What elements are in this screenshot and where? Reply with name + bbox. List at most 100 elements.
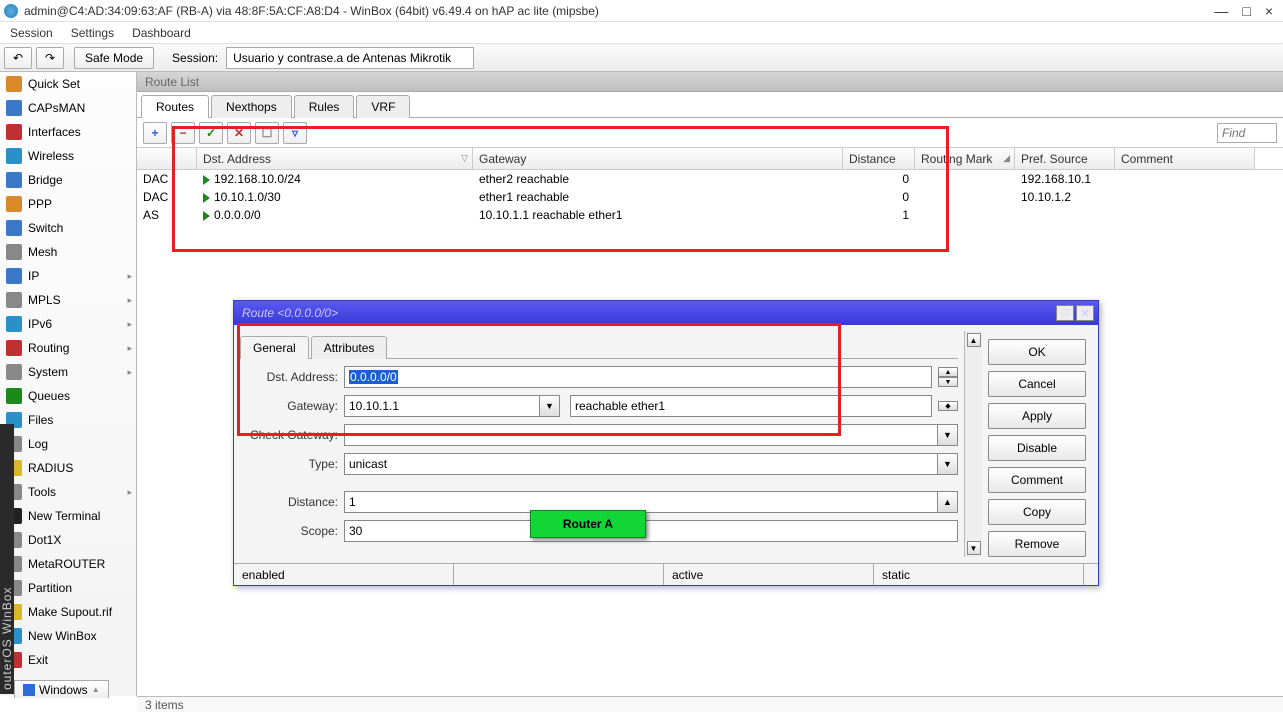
menu-session[interactable]: Session: [10, 26, 53, 40]
scroll-down-icon[interactable]: ▼: [967, 541, 981, 555]
sidebar-item-ipv6[interactable]: IPv6▸: [0, 312, 136, 336]
sidebar-item-files[interactable]: Files: [0, 408, 136, 432]
apply-button[interactable]: Apply: [988, 403, 1086, 429]
session-field[interactable]: Usuario y contrase.a de Antenas Mikrotik: [226, 47, 474, 69]
cancel-button[interactable]: Cancel: [988, 371, 1086, 397]
check-gateway-label: Check Gateway:: [240, 428, 344, 442]
dialog-status-cell: static: [874, 564, 1084, 585]
spinner-up-icon[interactable]: ▲: [938, 367, 958, 377]
sidebar-item-partition[interactable]: Partition: [0, 576, 136, 600]
gateway-input[interactable]: 10.10.1.1: [344, 395, 540, 417]
sidebar-icon: [6, 76, 22, 92]
window-close-button[interactable]: ×: [1265, 3, 1273, 19]
type-input[interactable]: unicast: [344, 453, 938, 475]
sidebar-item-label: Switch: [28, 221, 63, 235]
column-header[interactable]: Distance: [843, 148, 915, 169]
distance-stepper-up[interactable]: ▲: [938, 491, 958, 513]
sidebar-item-new-winbox[interactable]: New WinBox: [0, 624, 136, 648]
sidebar-item-system[interactable]: System▸: [0, 360, 136, 384]
column-header[interactable]: Routing Mark◢: [915, 148, 1015, 169]
redo-button[interactable]: ↷: [36, 47, 64, 69]
toolbar-icon-5[interactable]: ▿: [283, 122, 307, 144]
sidebar-item-make-supout-rif[interactable]: Make Supout.rif: [0, 600, 136, 624]
column-header[interactable]: Dst. Address▽: [197, 148, 473, 169]
sidebar-item-routing[interactable]: Routing▸: [0, 336, 136, 360]
sidebar-item-quick-set[interactable]: Quick Set: [0, 72, 136, 96]
sidebar-item-mpls[interactable]: MPLS▸: [0, 288, 136, 312]
safe-mode-button[interactable]: Safe Mode: [74, 47, 154, 69]
copy-button[interactable]: Copy: [988, 499, 1086, 525]
table-row[interactable]: DAC192.168.10.0/24ether2 reachable0192.1…: [137, 170, 1283, 188]
sidebar-item-label: IP: [28, 269, 39, 283]
tab-nexthops[interactable]: Nexthops: [211, 95, 292, 118]
toolbar-icon-0[interactable]: +: [143, 122, 167, 144]
sidebar-item-exit[interactable]: Exit: [0, 648, 136, 672]
sidebar-item-label: Queues: [28, 389, 70, 403]
dialog-tab-attributes[interactable]: Attributes: [311, 336, 388, 359]
sidebar-item-dot1x[interactable]: Dot1X: [0, 528, 136, 552]
scroll-up-icon[interactable]: ▲: [967, 333, 981, 347]
dialog-status-cell: enabled: [234, 564, 454, 585]
sidebar-item-queues[interactable]: Queues: [0, 384, 136, 408]
sidebar-item-tools[interactable]: Tools▸: [0, 480, 136, 504]
dialog-close-button[interactable]: ✕: [1076, 305, 1094, 321]
sidebar-item-log[interactable]: Log: [0, 432, 136, 456]
sidebar-item-label: Tools: [28, 485, 56, 499]
distance-label: Distance:: [240, 495, 344, 509]
sidebar-item-capsman[interactable]: CAPsMAN: [0, 96, 136, 120]
spinner-up-icon[interactable]: ◆: [938, 401, 958, 411]
sidebar-item-ip[interactable]: IP▸: [0, 264, 136, 288]
window-maximize-button[interactable]: □: [1242, 3, 1250, 19]
dialog-restore-button[interactable]: □: [1056, 305, 1074, 321]
sidebar-icon: [6, 364, 22, 380]
type-dropdown-button[interactable]: ▼: [938, 453, 958, 475]
disable-button[interactable]: Disable: [988, 435, 1086, 461]
dialog-status-cell: [454, 564, 664, 585]
gateway-dropdown-button[interactable]: ▼: [540, 395, 560, 417]
remove-button[interactable]: Remove: [988, 531, 1086, 557]
sidebar-item-label: Mesh: [28, 245, 57, 259]
chevron-right-icon: ▸: [127, 367, 132, 378]
sidebar-item-mesh[interactable]: Mesh: [0, 240, 136, 264]
sidebar-icon: [6, 124, 22, 140]
tab-vrf[interactable]: VRF: [356, 95, 410, 118]
sidebar-item-metarouter[interactable]: MetaROUTER: [0, 552, 136, 576]
windows-menu-button[interactable]: Windows▲: [14, 680, 109, 698]
sidebar-item-interfaces[interactable]: Interfaces: [0, 120, 136, 144]
table-row[interactable]: AS0.0.0.0/010.10.1.1 reachable ether11: [137, 206, 1283, 224]
sidebar-item-wireless[interactable]: Wireless: [0, 144, 136, 168]
column-header[interactable]: Comment: [1115, 148, 1255, 169]
window-minimize-button[interactable]: —: [1214, 3, 1228, 19]
sidebar-item-new-terminal[interactable]: New Terminal: [0, 504, 136, 528]
tab-rules[interactable]: Rules: [294, 95, 355, 118]
spinner-down-icon[interactable]: ▼: [938, 377, 958, 387]
toolbar-icon-1[interactable]: −: [171, 122, 195, 144]
column-header[interactable]: Pref. Source: [1015, 148, 1115, 169]
find-input[interactable]: [1217, 123, 1277, 143]
dialog-scrollbar[interactable]: ▲ ▼: [964, 331, 982, 557]
comment-button[interactable]: Comment: [988, 467, 1086, 493]
dialog-tab-general[interactable]: General: [240, 336, 309, 359]
check-gateway-input[interactable]: [344, 424, 938, 446]
table-row[interactable]: DAC10.10.1.0/30ether1 reachable010.10.1.…: [137, 188, 1283, 206]
sidebar-item-switch[interactable]: Switch: [0, 216, 136, 240]
toolbar-icon-3[interactable]: ✕: [227, 122, 251, 144]
dialog-titlebar[interactable]: Route <0.0.0.0/0> □ ✕: [234, 301, 1098, 325]
menu-settings[interactable]: Settings: [71, 26, 114, 40]
ok-button[interactable]: OK: [988, 339, 1086, 365]
undo-button[interactable]: ↶: [4, 47, 32, 69]
sidebar-item-bridge[interactable]: Bridge: [0, 168, 136, 192]
check-gateway-dropdown-button[interactable]: ▼: [938, 424, 958, 446]
dst-address-input[interactable]: 0.0.0.0/0: [344, 366, 932, 388]
scope-input[interactable]: 30: [344, 520, 958, 542]
toolbar-icon-4[interactable]: ☐: [255, 122, 279, 144]
menu-dashboard[interactable]: Dashboard: [132, 26, 191, 40]
sidebar-item-ppp[interactable]: PPP: [0, 192, 136, 216]
toolbar-icon-2[interactable]: ✓: [199, 122, 223, 144]
column-header[interactable]: Gateway: [473, 148, 843, 169]
sidebar-item-radius[interactable]: RADIUS: [0, 456, 136, 480]
tab-routes[interactable]: Routes: [141, 95, 209, 118]
sidebar-icon: [6, 100, 22, 116]
column-header[interactable]: [137, 148, 197, 169]
gateway-status: reachable ether1: [570, 395, 932, 417]
